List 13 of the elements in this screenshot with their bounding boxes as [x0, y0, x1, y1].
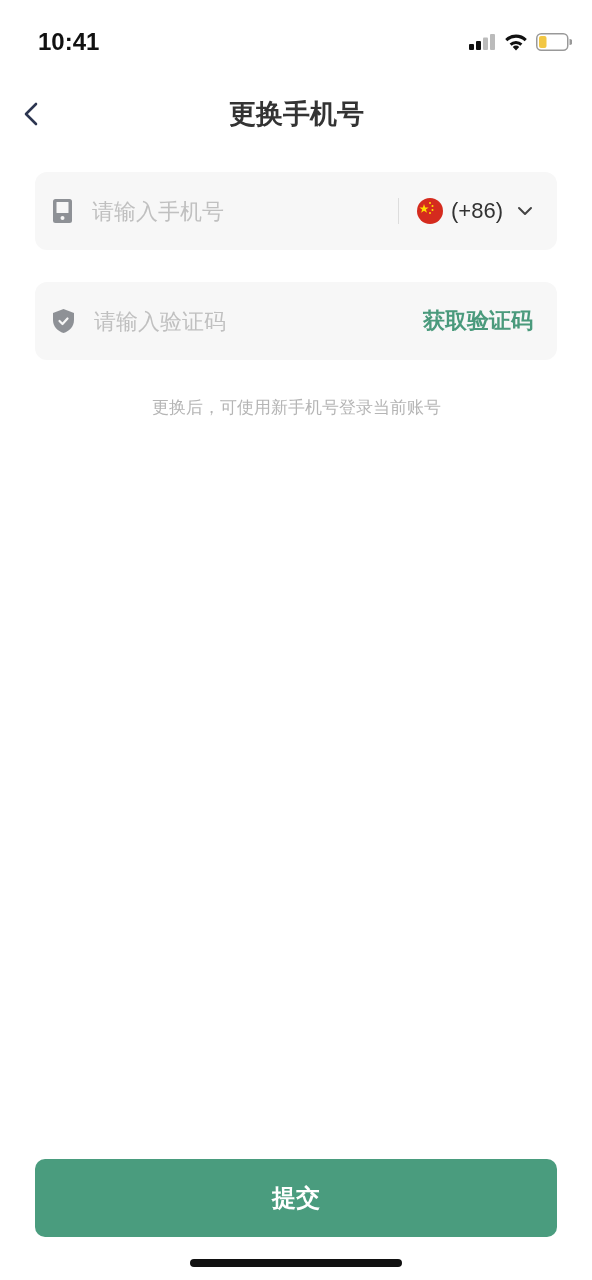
phone-icon — [53, 199, 72, 223]
hint-text: 更换后，可使用新手机号登录当前账号 — [150, 396, 442, 419]
battery-icon — [536, 33, 572, 51]
signal-icon — [469, 34, 496, 50]
country-code-select[interactable]: (+86) — [417, 198, 533, 224]
chevron-down-icon — [517, 206, 533, 216]
get-code-button[interactable]: 获取验证码 — [423, 306, 533, 336]
status-time: 10:41 — [38, 28, 100, 56]
page-title: 更换手机号 — [228, 97, 364, 131]
flag-icon — [417, 198, 443, 224]
shield-check-icon — [53, 309, 74, 333]
wifi-icon — [504, 33, 528, 51]
submit-button[interactable]: 提交 — [35, 1159, 557, 1237]
